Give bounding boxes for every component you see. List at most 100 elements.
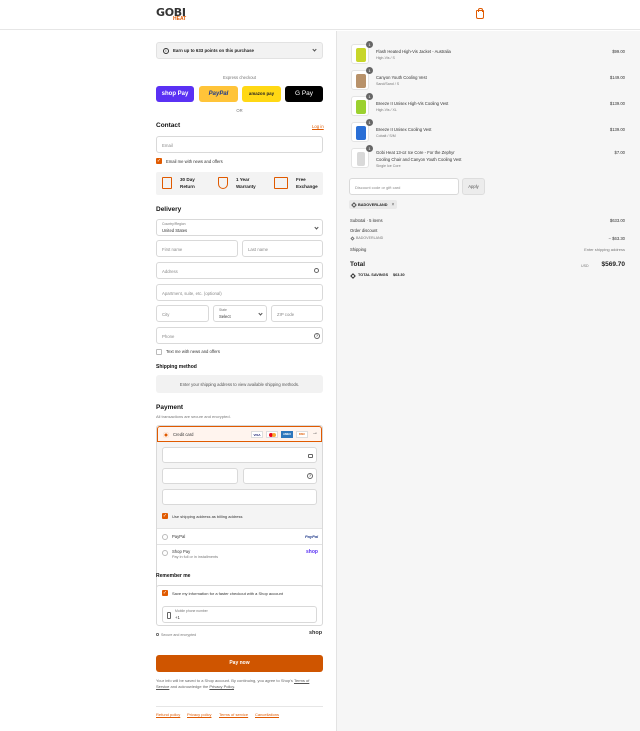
- footer-divider: [156, 706, 323, 707]
- amazon-pay-button[interactable]: amazon pay: [242, 86, 281, 102]
- last-name-field[interactable]: Last name: [242, 240, 323, 257]
- mobile-phone-label: Mobile phone number: [175, 609, 208, 613]
- product-name: Breeze II Unisex Cooling Vest: [376, 127, 432, 132]
- terms-of-service-link[interactable]: Terms of service: [219, 712, 248, 717]
- shield-warranty-icon: [218, 177, 228, 189]
- shipping-notice: Enter your shipping address to view avai…: [156, 375, 323, 393]
- product-price: $149.00: [609, 75, 625, 80]
- header: GOBI HEAT: [0, 0, 640, 30]
- product-variant: Single Ice Core: [376, 164, 401, 168]
- shop-pay-logo: shop: [306, 549, 318, 555]
- zip-placeholder: ZIP code: [277, 312, 295, 317]
- credit-card-option[interactable]: Credit card VISA AMEX DISC →: [157, 426, 322, 442]
- paypal-option[interactable]: PayPal PayPal: [157, 528, 322, 544]
- help-icon[interactable]: ?: [314, 333, 320, 339]
- first-name-field[interactable]: First name: [156, 240, 238, 257]
- shipping-notice-text: Enter your shipping address to view avai…: [179, 382, 300, 387]
- address-placeholder: Address: [162, 269, 178, 274]
- discount-code-field[interactable]: Discount code or gift card: [349, 178, 459, 195]
- paypal-label: PayPal: [172, 534, 186, 539]
- privacy-link[interactable]: Privacy Policy: [209, 684, 234, 689]
- expiry-field[interactable]: [162, 468, 238, 484]
- billing-same-checkbox[interactable]: ✓: [162, 513, 168, 519]
- radio-shop-pay[interactable]: [162, 550, 168, 556]
- payment-methods: Credit card VISA AMEX DISC → ? ✓ Use shi…: [156, 425, 323, 593]
- mobile-phone-value: +1: [175, 615, 180, 620]
- total-currency: USD: [581, 264, 589, 268]
- google-pay-button[interactable]: G Pay: [285, 86, 323, 102]
- card-number-field[interactable]: [162, 447, 317, 463]
- product-name: Flash Heated High-Vis Jacket - Australia: [376, 49, 451, 54]
- cancellations-link[interactable]: Cancellations: [255, 712, 279, 717]
- save-info-checkbox[interactable]: ✓: [162, 590, 168, 596]
- remember-me-title: Remember me: [156, 573, 191, 579]
- subtotal-label: Subtotal · 5 items: [350, 218, 383, 223]
- pay-now-button[interactable]: Pay now: [156, 655, 323, 672]
- login-link[interactable]: Log in: [312, 124, 324, 129]
- city-field[interactable]: City: [156, 305, 209, 322]
- shop-logo: shop: [309, 630, 323, 636]
- tag-icon: [351, 201, 357, 208]
- shopping-bag-icon[interactable]: [476, 8, 484, 19]
- product-image: [356, 74, 366, 88]
- payment-title: Payment: [156, 404, 184, 411]
- product-variant: High-Vis / XL: [376, 108, 397, 112]
- perk-warranty-line2: Warranty: [236, 184, 256, 189]
- privacy-policy-link[interactable]: Privacy policy: [187, 712, 211, 717]
- credit-card-label: Credit card: [173, 432, 194, 437]
- radio-paypal[interactable]: [162, 534, 168, 540]
- shipping-label: Shipping: [350, 247, 367, 252]
- product-image: [356, 48, 366, 62]
- secure-encrypted-label: Secure and encrypted: [161, 633, 197, 637]
- address-field[interactable]: Address: [156, 262, 323, 279]
- product-price: $139.00: [609, 127, 625, 132]
- info-icon: i: [163, 48, 169, 54]
- remove-discount-icon[interactable]: ×: [392, 202, 395, 208]
- brand-logo[interactable]: GOBI HEAT: [156, 7, 186, 22]
- text-news-checkbox[interactable]: [156, 349, 162, 355]
- help-icon[interactable]: ?: [307, 473, 313, 479]
- apartment-placeholder: Apartment, suite, etc. (optional): [162, 291, 222, 296]
- order-summary: 1 Flash Heated High-Vis Jacket - Austral…: [336, 31, 640, 731]
- quantity-badge: 1: [366, 41, 373, 48]
- apartment-field[interactable]: Apartment, suite, etc. (optional): [156, 284, 323, 301]
- paypal-button[interactable]: PayPal: [199, 86, 238, 102]
- visa-icon: VISA: [251, 431, 263, 438]
- city-placeholder: City: [162, 312, 170, 317]
- save-info-label: Save my information for a faster checkou…: [172, 591, 283, 596]
- delivery-title: Delivery: [156, 206, 182, 213]
- shop-pay-button[interactable]: shop Pay: [156, 86, 194, 102]
- shop-pay-option[interactable]: Shop Pay Pay in full or in installments …: [157, 544, 322, 564]
- name-on-card-field[interactable]: [162, 489, 317, 505]
- state-select[interactable]: State Select: [213, 305, 267, 322]
- lock-icon: [156, 633, 159, 636]
- product-variant: High-Vis / S: [376, 56, 395, 60]
- phone-placeholder: Phone: [162, 334, 175, 339]
- points-text: Earn up to 633 points on this purchase: [173, 48, 254, 53]
- apply-button[interactable]: Apply: [462, 178, 485, 195]
- radio-selected[interactable]: [163, 432, 169, 438]
- points-banner[interactable]: i Earn up to 633 points on this purchase: [156, 42, 323, 59]
- last-name-placeholder: Last name: [248, 247, 269, 252]
- applied-code: BADOVERLAND: [358, 202, 388, 207]
- product-price: $7.00: [614, 150, 625, 155]
- perk-return-line2: Return: [180, 184, 195, 189]
- applied-discount-tag: BADOVERLAND ×: [349, 200, 398, 209]
- product-variant: Sand/Sand / S: [376, 82, 400, 86]
- zip-field[interactable]: ZIP code: [271, 305, 323, 322]
- email-news-checkbox[interactable]: ✓: [156, 158, 162, 164]
- security-code-field[interactable]: ?: [243, 468, 317, 484]
- shop-pay-label: Shop Pay: [172, 549, 191, 554]
- chevron-down-icon: [258, 311, 263, 316]
- product-image: [356, 126, 366, 140]
- order-discount-code: BADOVERLAND: [356, 236, 384, 240]
- phone-field[interactable]: Phone ?: [156, 327, 323, 344]
- email-field[interactable]: Email: [156, 136, 323, 153]
- country-select[interactable]: Country/Region United States: [156, 219, 323, 236]
- perk-warranty-line1: 1 Year: [236, 177, 250, 182]
- refund-policy-link[interactable]: Refund policy: [156, 712, 180, 717]
- country-value: United States: [162, 228, 188, 233]
- remember-me-box: ✓ Save my information for a faster check…: [156, 585, 323, 626]
- mobile-phone-field[interactable]: Mobile phone number +1: [162, 606, 317, 623]
- arrow-right-icon: →: [312, 430, 318, 436]
